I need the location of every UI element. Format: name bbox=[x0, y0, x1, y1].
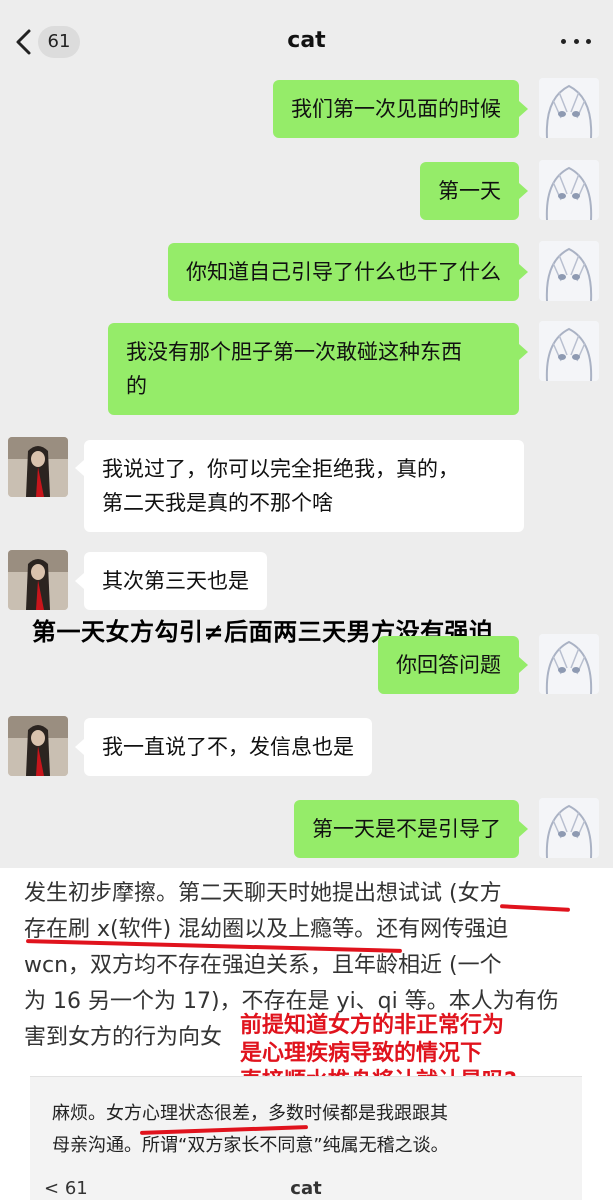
avatar[interactable] bbox=[539, 798, 599, 858]
message-text-line: 我说过了，你可以完全拒绝我，真的， bbox=[102, 457, 459, 481]
inset-footer: < 61 cat bbox=[30, 1178, 582, 1200]
message-text: 你知道自己引导了什么也干了什么 bbox=[186, 260, 501, 284]
avatar[interactable] bbox=[8, 550, 68, 610]
bubble-tail bbox=[519, 657, 528, 673]
message-bubble-sent[interactable]: 第一天是不是引导了 bbox=[294, 800, 519, 858]
message-bubble-sent[interactable]: 我们第一次见面的时候 bbox=[273, 80, 519, 138]
chat-header: 61 cat bbox=[0, 0, 613, 84]
message-text: 你回答问题 bbox=[396, 653, 501, 677]
anime-avatar-icon bbox=[539, 241, 599, 301]
bubble-tail bbox=[75, 460, 84, 476]
message-bubble-sent[interactable]: 你回答问题 bbox=[378, 636, 519, 694]
article-line: wcn，双方均不存在强迫关系，且年龄相近 (一个 bbox=[24, 953, 502, 978]
message-bubble-received[interactable]: 其次第三天也是 bbox=[84, 552, 267, 610]
anime-avatar-icon bbox=[539, 321, 599, 381]
more-options-icon[interactable] bbox=[561, 36, 591, 46]
anime-avatar-icon bbox=[539, 634, 599, 694]
avatar[interactable] bbox=[539, 160, 599, 220]
bubble-tail bbox=[75, 573, 84, 589]
message-text-line: 的 bbox=[126, 374, 147, 398]
avatar[interactable] bbox=[8, 437, 68, 497]
avatar[interactable] bbox=[539, 241, 599, 301]
bubble-tail bbox=[519, 821, 528, 837]
message-text-line: 我没有那个胆子第一次敢碰这种东西 bbox=[126, 340, 462, 364]
avatar[interactable] bbox=[8, 716, 68, 776]
photo-avatar-icon bbox=[8, 550, 68, 610]
annotation-line: 前提知道女方的非正常行为 bbox=[240, 1013, 505, 1038]
annotation-line: 是心理疾病导致的情况下 bbox=[240, 1041, 483, 1066]
message-text: 我一直说了不，发信息也是 bbox=[102, 735, 354, 759]
message-bubble-sent[interactable]: 第一天 bbox=[420, 162, 519, 220]
message-text: 第一天 bbox=[438, 179, 501, 203]
message-text: 第一天是不是引导了 bbox=[312, 817, 501, 841]
message-bubble-sent[interactable]: 你知道自己引导了什么也干了什么 bbox=[168, 243, 519, 301]
inset-back-count: < 61 bbox=[44, 1178, 88, 1199]
avatar[interactable] bbox=[539, 634, 599, 694]
message-bubble-received[interactable]: 我一直说了不，发信息也是 bbox=[84, 718, 372, 776]
avatar[interactable] bbox=[539, 321, 599, 381]
bubble-tail bbox=[519, 183, 528, 199]
photo-avatar-icon bbox=[8, 437, 68, 497]
anime-avatar-icon bbox=[539, 78, 599, 138]
photo-avatar-icon bbox=[8, 716, 68, 776]
message-text-line: 第二天我是真的不那个啥 bbox=[102, 491, 333, 515]
inset-line: 麻烦。女方心理状态很差，多数时候都是我跟跟其 bbox=[52, 1103, 448, 1124]
inset-text: 麻烦。女方心理状态很差，多数时候都是我跟跟其 母亲沟通。所谓“双方家长不同意”纯… bbox=[52, 1098, 572, 1162]
inset-title: cat bbox=[290, 1178, 322, 1199]
bubble-tail bbox=[519, 344, 528, 360]
avatar[interactable] bbox=[539, 78, 599, 138]
bubble-tail bbox=[75, 739, 84, 755]
inset-line: 母亲沟通。所谓“双方家长不同意”纯属无稽之谈。 bbox=[52, 1135, 449, 1156]
bubble-tail bbox=[519, 101, 528, 117]
anime-avatar-icon bbox=[539, 160, 599, 220]
message-bubble-received[interactable]: 我说过了，你可以完全拒绝我，真的， 第二天我是真的不那个啥 bbox=[84, 440, 524, 532]
message-bubble-sent[interactable]: 我没有那个胆子第一次敢碰这种东西 的 bbox=[108, 323, 519, 415]
anime-avatar-icon bbox=[539, 798, 599, 858]
message-text: 我们第一次见面的时候 bbox=[291, 97, 501, 121]
bubble-tail bbox=[519, 264, 528, 280]
message-text: 其次第三天也是 bbox=[102, 569, 249, 593]
chat-title: cat bbox=[287, 28, 326, 53]
